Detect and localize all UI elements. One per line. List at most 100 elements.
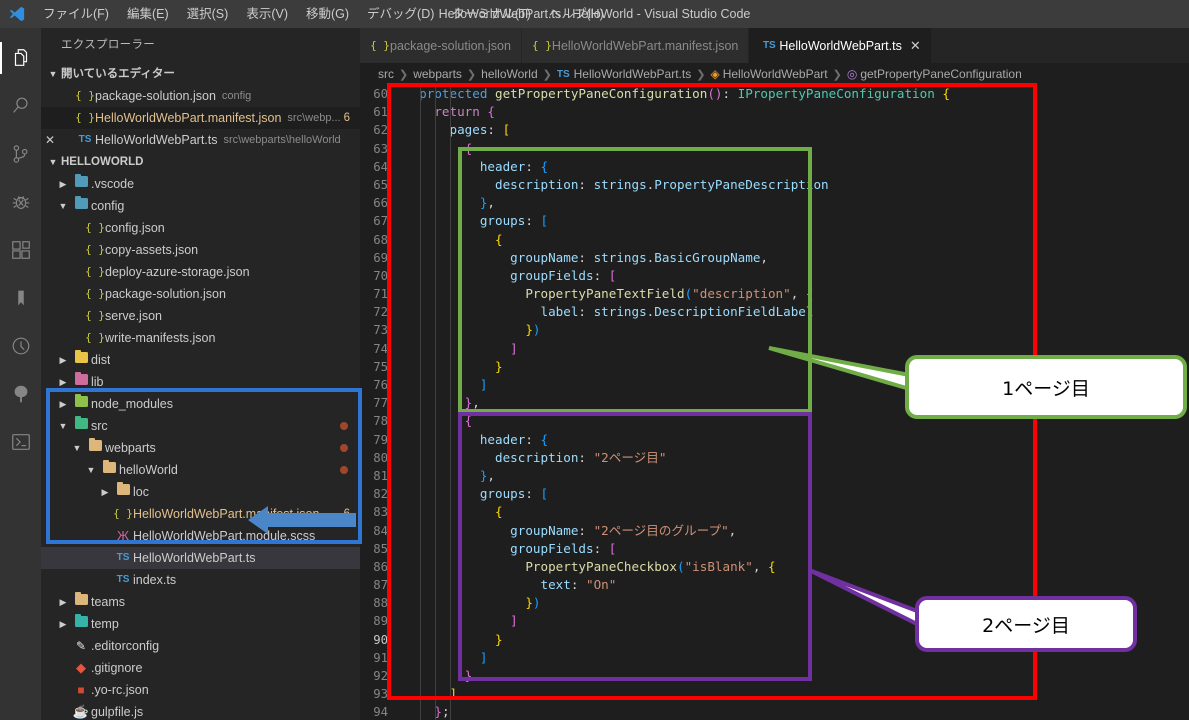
file-tree-file[interactable]: { } package-solution.json bbox=[41, 283, 360, 305]
open-editors-header[interactable]: ▼ 開いているエディター bbox=[41, 63, 360, 85]
menu-view[interactable]: 表示(V) bbox=[237, 0, 297, 28]
file-tree-folder[interactable]: ▶ node_modules bbox=[41, 393, 360, 415]
menu-go[interactable]: 移動(G) bbox=[297, 0, 358, 28]
open-editor-item[interactable]: ✕ TS HelloWorldWebPart.ts src\webparts\hell… bbox=[41, 129, 360, 151]
file-tree-file[interactable]: ◆ .gitignore bbox=[41, 657, 360, 679]
code-line[interactable]: 86 PropertyPaneCheckbox("isBlank", { bbox=[360, 558, 1048, 576]
code-line[interactable]: 62 pages: [ bbox=[360, 121, 1048, 139]
close-icon[interactable]: ✕ bbox=[910, 38, 921, 54]
file-tree-file[interactable]: ☕ gulpfile.js bbox=[41, 701, 360, 720]
open-editor-item[interactable]: { } package-solution.json config bbox=[41, 85, 360, 107]
editor-tab[interactable]: TS HelloWorldWebPart.ts ✕ bbox=[749, 28, 932, 63]
code-line[interactable]: 73 }) bbox=[360, 321, 1048, 339]
file-tree-file[interactable]: TS index.ts bbox=[41, 569, 360, 591]
chevron-right-icon[interactable]: ▶ bbox=[55, 613, 71, 635]
debug-icon[interactable] bbox=[0, 178, 41, 226]
editor-tab[interactable]: { } HelloWorldWebPart.manifest.json bbox=[521, 28, 750, 63]
code-line[interactable]: 70 groupFields: [ bbox=[360, 267, 1048, 285]
chevron-down-icon[interactable]: ▼ bbox=[55, 195, 71, 217]
chevron-down-icon[interactable]: ▼ bbox=[69, 437, 85, 459]
chevron-right-icon[interactable]: ▶ bbox=[55, 393, 71, 415]
file-tree-folder[interactable]: ▶ temp bbox=[41, 613, 360, 635]
file-tree-folder[interactable]: ▼ config bbox=[41, 195, 360, 217]
tree-icon[interactable] bbox=[0, 370, 41, 418]
breadcrumb-item[interactable]: ◎ getPropertyPaneConfiguration bbox=[847, 67, 1022, 81]
file-tree-file[interactable]: { } HelloWorldWebPart.manifest.json 6 bbox=[41, 503, 360, 525]
project-header[interactable]: ▼ HELLOWORLD bbox=[41, 151, 360, 173]
file-tree-file[interactable]: TS HelloWorldWebPart.ts bbox=[41, 547, 360, 569]
breadcrumb-item[interactable]: src bbox=[378, 67, 394, 81]
extensions-icon[interactable] bbox=[0, 226, 41, 274]
code-line[interactable]: 65 description: strings.PropertyPaneDesc… bbox=[360, 176, 1048, 194]
code-line[interactable]: 92 } bbox=[360, 667, 1048, 685]
file-tree-folder[interactable]: ▶ teams bbox=[41, 591, 360, 613]
bookmarks-icon[interactable] bbox=[0, 274, 41, 322]
chevron-right-icon[interactable]: ▶ bbox=[55, 349, 71, 371]
menu-edit[interactable]: 編集(E) bbox=[118, 0, 178, 28]
file-tree-folder[interactable]: ▶ lib bbox=[41, 371, 360, 393]
breadcrumb-item[interactable]: helloWorld bbox=[481, 67, 537, 81]
menu-terminal[interactable]: ターミナル(T) bbox=[443, 0, 539, 28]
file-tree-file[interactable]: { } deploy-azure-storage.json bbox=[41, 261, 360, 283]
code-line[interactable]: 63 { bbox=[360, 140, 1048, 158]
explorer-icon[interactable] bbox=[0, 34, 41, 82]
code-line[interactable]: 93 ] bbox=[360, 685, 1048, 703]
file-tree-folder[interactable]: ▶ .vscode bbox=[41, 173, 360, 195]
code-line[interactable]: 66 }, bbox=[360, 194, 1048, 212]
chevron-down-icon[interactable]: ▼ bbox=[83, 459, 99, 481]
code-line[interactable]: 79 header: { bbox=[360, 431, 1048, 449]
code-line[interactable]: 85 groupFields: [ bbox=[360, 540, 1048, 558]
code-line[interactable]: 60 protected getPropertyPaneConfiguratio… bbox=[360, 85, 1048, 103]
file-tree-folder[interactable]: ▼ webparts bbox=[41, 437, 360, 459]
chevron-down-icon[interactable]: ▼ bbox=[55, 415, 71, 437]
code-text: }, bbox=[479, 195, 496, 211]
menu-bar[interactable]: ファイル(F) 編集(E) 選択(S) 表示(V) 移動(G) デバッグ(D) … bbox=[34, 0, 613, 28]
file-tree-folder[interactable]: ▶ dist bbox=[41, 349, 360, 371]
code-line[interactable]: 72 label: strings.DescriptionFieldLabel bbox=[360, 303, 1048, 321]
code-line[interactable]: 84 groupName: "2ページ目のグループ", bbox=[360, 522, 1048, 540]
file-tree-label: src bbox=[91, 419, 108, 433]
breadcrumb-item[interactable]: TS HelloWorldWebPart.ts bbox=[557, 67, 691, 81]
code-line[interactable]: 80 description: "2ページ目" bbox=[360, 449, 1048, 467]
close-icon[interactable]: ✕ bbox=[41, 129, 59, 151]
file-tree-folder[interactable]: ▼ helloWorld bbox=[41, 459, 360, 481]
file-tree-file[interactable]: Ж HelloWorldWebPart.module.scss bbox=[41, 525, 360, 547]
file-tree-file[interactable]: { } serve.json bbox=[41, 305, 360, 327]
code-line[interactable]: 67 groups: [ bbox=[360, 212, 1048, 230]
code-line[interactable]: 71 PropertyPaneTextField("description", … bbox=[360, 285, 1048, 303]
chevron-right-icon[interactable]: ▶ bbox=[55, 371, 71, 393]
file-tree-file[interactable]: ✎ .editorconfig bbox=[41, 635, 360, 657]
json-icon: { } bbox=[85, 287, 105, 300]
menu-selection[interactable]: 選択(S) bbox=[178, 0, 238, 28]
file-tree-file[interactable]: { } copy-assets.json bbox=[41, 239, 360, 261]
code-line[interactable]: 68 { bbox=[360, 231, 1048, 249]
code-line[interactable]: 82 groups: [ bbox=[360, 485, 1048, 503]
file-tree-folder[interactable]: ▼ src bbox=[41, 415, 360, 437]
powershell-icon[interactable] bbox=[0, 418, 41, 466]
file-tree-file[interactable]: ■ .yo-rc.json bbox=[41, 679, 360, 701]
source-control-icon[interactable] bbox=[0, 130, 41, 178]
file-tree-folder[interactable]: ▶ loc bbox=[41, 481, 360, 503]
search-icon[interactable] bbox=[0, 82, 41, 130]
file-tree-file[interactable]: { } config.json bbox=[41, 217, 360, 239]
file-tree-file[interactable]: { } write-manifests.json bbox=[41, 327, 360, 349]
code-line[interactable]: 61 return { bbox=[360, 103, 1048, 121]
chevron-right-icon[interactable]: ▶ bbox=[55, 591, 71, 613]
code-line[interactable]: 69 groupName: strings.BasicGroupName, bbox=[360, 249, 1048, 267]
open-editor-item[interactable]: { } HelloWorldWebPart.manifest.json src\we… bbox=[41, 107, 360, 129]
menu-help[interactable]: ヘルプ(H) bbox=[540, 0, 613, 28]
editor-tab[interactable]: { } package-solution.json bbox=[360, 28, 522, 63]
chevron-right-icon[interactable]: ▶ bbox=[55, 173, 71, 195]
code-line[interactable]: 83 { bbox=[360, 503, 1048, 521]
code-line[interactable]: 81 }, bbox=[360, 467, 1048, 485]
menu-debug[interactable]: デバッグ(D) bbox=[358, 0, 443, 28]
code-line[interactable]: 94 }; bbox=[360, 703, 1048, 720]
chevron-right-icon[interactable]: ▶ bbox=[97, 481, 113, 503]
code-line[interactable]: 64 header: { bbox=[360, 158, 1048, 176]
breadcrumb-item[interactable]: ◈ HelloWorldWebPart bbox=[710, 67, 827, 81]
chevron-right-icon: ❯ bbox=[832, 68, 842, 81]
menu-file[interactable]: ファイル(F) bbox=[34, 0, 118, 28]
clock-icon[interactable] bbox=[0, 322, 41, 370]
breadcrumb-item[interactable]: webparts bbox=[413, 67, 462, 81]
code-line[interactable]: 87 text: "On" bbox=[360, 576, 1048, 594]
